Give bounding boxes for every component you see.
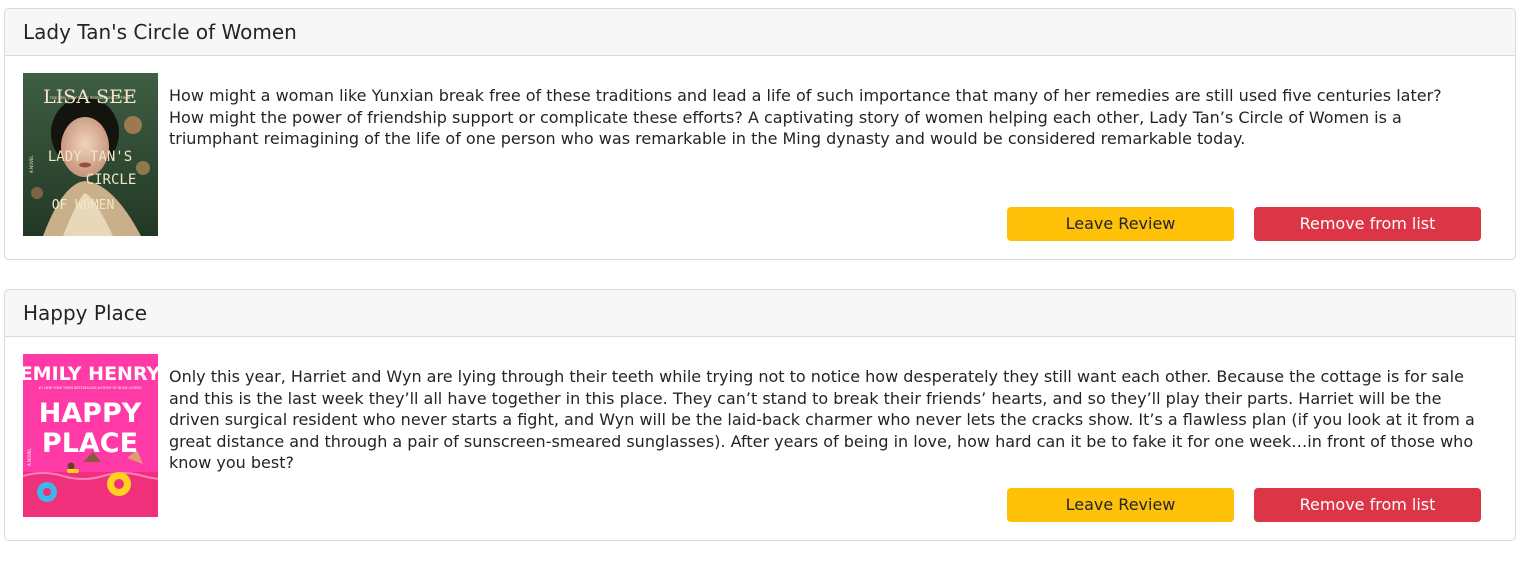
cover-author: EMILY HENRY [23, 363, 158, 385]
happy-place-cover-art: EMILY HENRY #1 NEW YORK TIMES BESTSELLIN… [23, 354, 158, 517]
book-description: How might a woman like Yunxian break fre… [169, 86, 1442, 148]
card-header: Lady Tan's Circle of Women [5, 9, 1515, 56]
reading-list: Lady Tan's Circle of Women THE NEW YORK … [4, 8, 1516, 570]
cover-novel-label: A NOVEL [27, 448, 32, 466]
leave-review-button[interactable]: Leave Review [1007, 207, 1234, 241]
remove-from-list-button[interactable]: Remove from list [1254, 488, 1481, 522]
book-card: Happy Place EMILY HENRY #1 NEW YORK TIME… [4, 289, 1516, 541]
cover-novel-label: A NOVEL [29, 155, 34, 173]
card-body: THE NEW YORK TIMES BESTSELLING AUTHOR LI… [5, 56, 1515, 259]
cover-title-line-1: HAPPY [39, 398, 142, 429]
book-cover-image: EMILY HENRY #1 NEW YORK TIMES BESTSELLIN… [23, 354, 158, 517]
cover-title-line-2: PLACE [42, 428, 138, 459]
cover-title-line-3: OF WOMEN [52, 198, 115, 213]
cover-title-line-1: LADY TAN'S [48, 149, 132, 165]
book-cover-image: THE NEW YORK TIMES BESTSELLING AUTHOR LI… [23, 73, 158, 236]
cover-author: LISA SEE [43, 86, 137, 108]
card-header: Happy Place [5, 290, 1515, 337]
cover-title-line-2: CIRCLE [86, 172, 137, 188]
book-card: Lady Tan's Circle of Women THE NEW YORK … [4, 8, 1516, 260]
leave-review-button[interactable]: Leave Review [1007, 488, 1234, 522]
book-title: Lady Tan's Circle of Women [23, 20, 297, 44]
book-title: Happy Place [23, 301, 148, 325]
lady-tan-cover-art: THE NEW YORK TIMES BESTSELLING AUTHOR LI… [23, 73, 158, 236]
remove-from-list-button[interactable]: Remove from list [1254, 207, 1481, 241]
cover-tagline: #1 NEW YORK TIMES BESTSELLING AUTHOR OF … [38, 386, 141, 390]
book-description: Only this year, Harriet and Wyn are lyin… [169, 367, 1475, 472]
card-body: EMILY HENRY #1 NEW YORK TIMES BESTSELLIN… [5, 337, 1515, 540]
